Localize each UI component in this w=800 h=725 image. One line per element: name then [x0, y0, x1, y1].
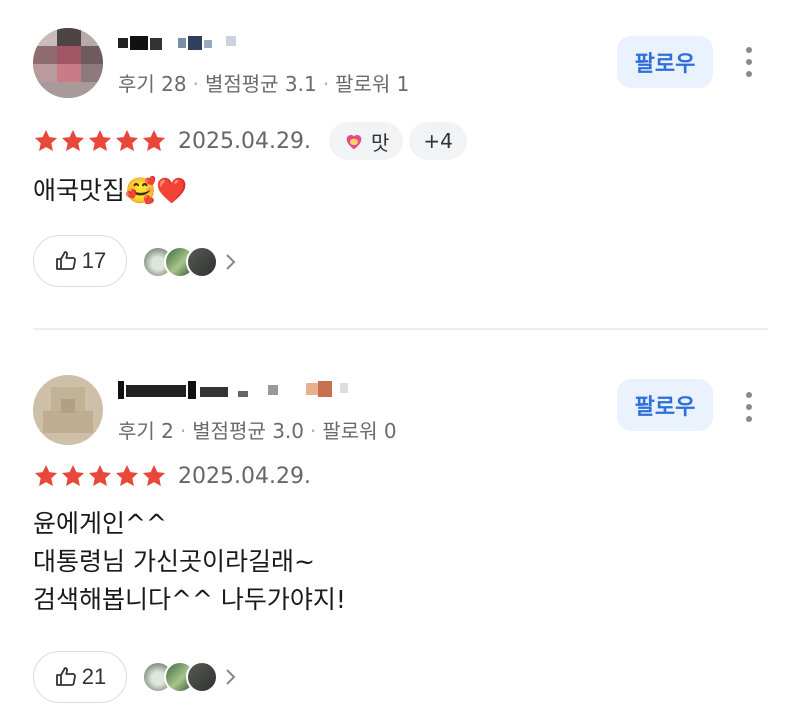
- follow-button[interactable]: 팔로우: [617, 379, 713, 431]
- thumbs-up-icon: [55, 251, 76, 270]
- review-text: 애국맛집🥰❤️: [33, 176, 188, 205]
- more-options-icon[interactable]: [738, 42, 760, 82]
- heart-face-icon: [346, 134, 362, 150]
- like-button[interactable]: 21: [33, 651, 127, 703]
- more-options-icon[interactable]: [738, 387, 760, 427]
- review-count: 후기 28: [118, 72, 187, 96]
- star-icon: [142, 464, 166, 486]
- follower-count: 팔로워 1: [335, 72, 410, 96]
- chevron-right-icon[interactable]: [224, 252, 238, 272]
- star-icon: [88, 129, 112, 151]
- thumbs-up-icon: [55, 667, 76, 686]
- average-rating: 별점평균 3.1: [204, 72, 317, 96]
- follow-button[interactable]: 팔로우: [617, 36, 713, 88]
- photo-thumb[interactable]: [186, 246, 218, 278]
- separator-dot: ·: [310, 419, 317, 443]
- review-date: 2025.04.29.: [178, 463, 311, 489]
- user-name-redacted[interactable]: [118, 30, 238, 56]
- like-button[interactable]: 17: [33, 235, 127, 287]
- separator-dot: ·: [192, 72, 199, 96]
- separator-dot: ·: [179, 419, 187, 443]
- photo-thumb[interactable]: [186, 661, 218, 693]
- star-icon: [34, 129, 58, 151]
- rating-row: 2025.04.29.: [33, 463, 311, 489]
- star-icon: [34, 464, 58, 486]
- divider: [33, 328, 768, 330]
- review-count: 후기 2: [118, 419, 174, 443]
- user-meta: 후기 28 · 별점평균 3.1 · 팔로워 1: [118, 68, 409, 97]
- star-icon: [88, 464, 112, 486]
- follower-count: 팔로워 0: [322, 419, 397, 443]
- chevron-right-icon[interactable]: [224, 667, 238, 687]
- more-tags-chip[interactable]: +4: [409, 122, 467, 160]
- like-count: 21: [81, 664, 107, 689]
- review-text: 윤에게인^^ 대통령님 가신곳이라길래~ 검색해봅니다^^ 나두가야지!: [33, 509, 346, 614]
- star-icon: [142, 129, 166, 151]
- separator-dot: ·: [322, 72, 330, 96]
- photo-strip[interactable]: [142, 245, 238, 279]
- keyword-tag[interactable]: 맛: [328, 122, 404, 160]
- tag-label: 맛: [370, 130, 390, 155]
- like-count: 17: [81, 248, 107, 273]
- avatar[interactable]: [33, 28, 103, 98]
- review-item: 후기 2 · 별점평균 3.0 · 팔로워 0 팔로우 2025.04.29. 윤에게인…: [0, 345, 800, 725]
- star-icon: [115, 129, 139, 151]
- user-meta: 후기 2 · 별점평균 3.0 · 팔로워 0: [118, 415, 397, 444]
- photo-strip[interactable]: [142, 660, 238, 694]
- rating-row: 2025.04.29. 맛 +4: [33, 122, 467, 160]
- star-icon: [115, 464, 139, 486]
- avatar[interactable]: [33, 375, 103, 445]
- average-rating: 별점평균 3.0: [192, 419, 305, 443]
- user-name-redacted[interactable]: [118, 377, 368, 403]
- star-icon: [61, 464, 85, 486]
- review-item: 후기 28 · 별점평균 3.1 · 팔로워 1 팔로우 2025.04.29. 맛 +…: [0, 0, 800, 328]
- star-icon: [61, 129, 85, 151]
- review-date: 2025.04.29.: [178, 128, 311, 154]
